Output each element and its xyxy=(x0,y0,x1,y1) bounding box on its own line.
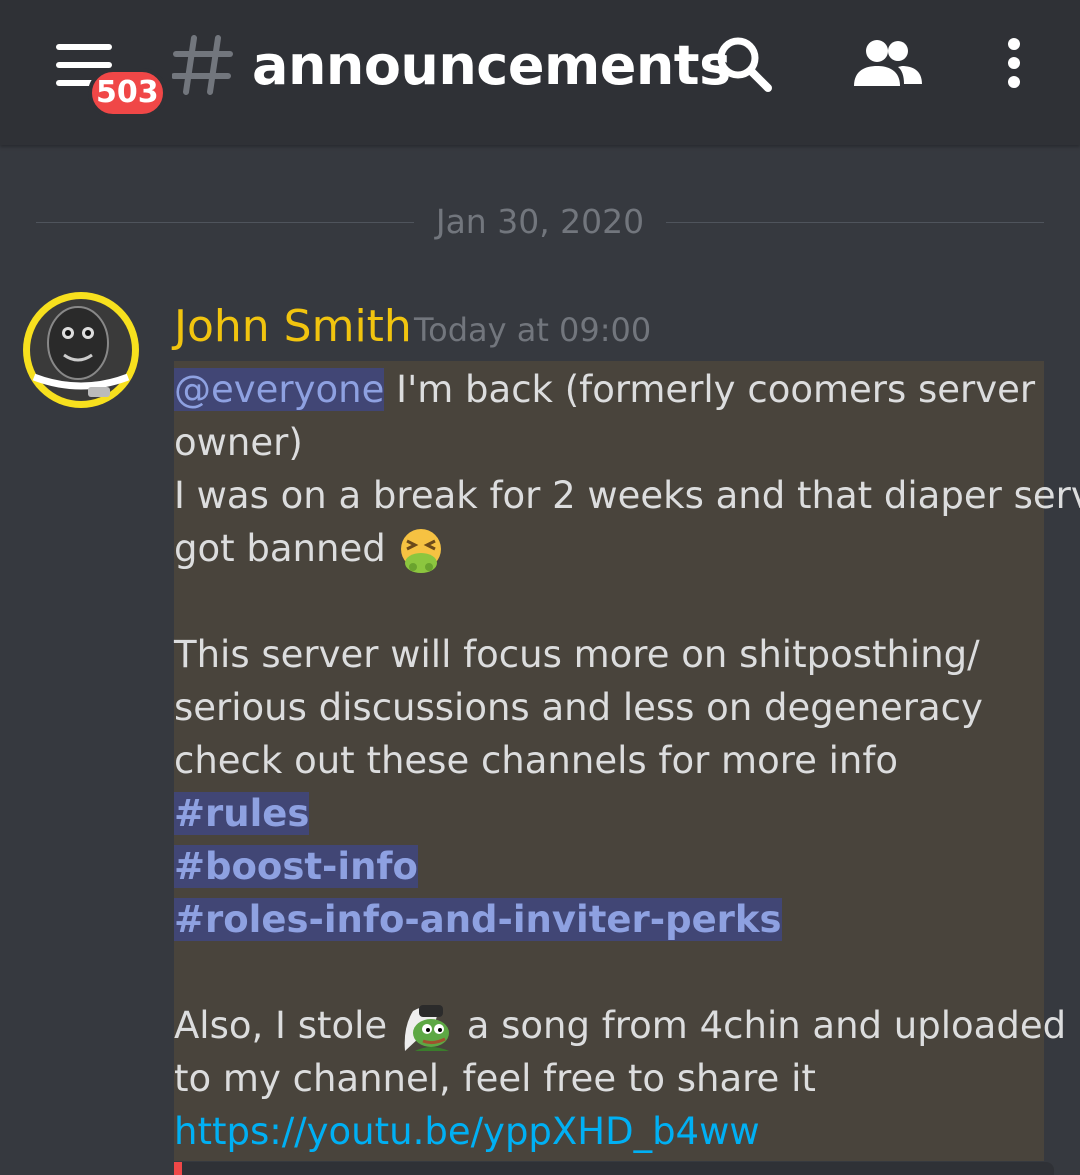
hash-icon xyxy=(172,35,233,95)
message-line: #boost-info xyxy=(174,841,418,893)
message-line: https://youtu.be/yppXHD_b4ww xyxy=(174,1106,760,1158)
channel-link-rules[interactable]: #rules xyxy=(174,792,310,835)
members-icon[interactable] xyxy=(852,38,924,88)
message-line: check out these channels for more info xyxy=(174,739,899,782)
message-line: Also, I stole a song from 4chin and uplo… xyxy=(174,1000,1080,1053)
channel-link-boost-info[interactable]: #boost-info xyxy=(174,845,418,888)
message-text: Also, I stole xyxy=(174,1004,399,1047)
message-line: @everyone I'm back (formerly coomers ser… xyxy=(174,364,1035,416)
message-text: a song from 4chin and uploaded it xyxy=(454,1004,1080,1047)
embed-preview-edge xyxy=(174,1162,1054,1175)
message-line: serious discussions and less on degenera… xyxy=(174,686,983,729)
menu-icon xyxy=(56,44,112,50)
message-line: This server will focus more on shitposth… xyxy=(174,633,980,676)
avatar[interactable] xyxy=(22,291,140,409)
more-vertical-icon[interactable] xyxy=(1004,38,1024,90)
message-text: I'm back (formerly coomers server xyxy=(384,368,1036,411)
message-line: #roles-info-and-inviter-perks xyxy=(174,894,782,946)
date-divider: Jan 30, 2020 xyxy=(435,202,645,241)
message-line: I was on a break for 2 weeks and that di… xyxy=(174,474,1080,517)
search-icon[interactable] xyxy=(714,34,774,94)
message-line: owner) xyxy=(174,421,303,464)
vomiting-face-emoji xyxy=(401,528,442,573)
youtube-link[interactable]: https://youtu.be/yppXHD_b4ww xyxy=(174,1110,760,1153)
message-text: got banned xyxy=(174,527,398,570)
message-line: #rules xyxy=(174,788,310,840)
channel-title: announcements xyxy=(252,34,731,97)
message-author[interactable]: John Smith xyxy=(174,300,412,354)
message-line: to my channel, feel free to share it xyxy=(174,1057,816,1100)
message-line: got banned xyxy=(174,523,445,575)
embed-accent xyxy=(174,1162,182,1175)
channel-header: 503 announcements xyxy=(0,0,1080,145)
channel-link-roles-info[interactable]: #roles-info-and-inviter-perks xyxy=(174,898,782,941)
everyone-mention[interactable]: @everyone xyxy=(174,368,385,411)
menu-icon-bar xyxy=(56,62,112,68)
pepe-emoji xyxy=(404,1004,449,1051)
message-timestamp: Today at 09:00 xyxy=(414,311,652,349)
unread-badge: 503 xyxy=(88,68,167,118)
